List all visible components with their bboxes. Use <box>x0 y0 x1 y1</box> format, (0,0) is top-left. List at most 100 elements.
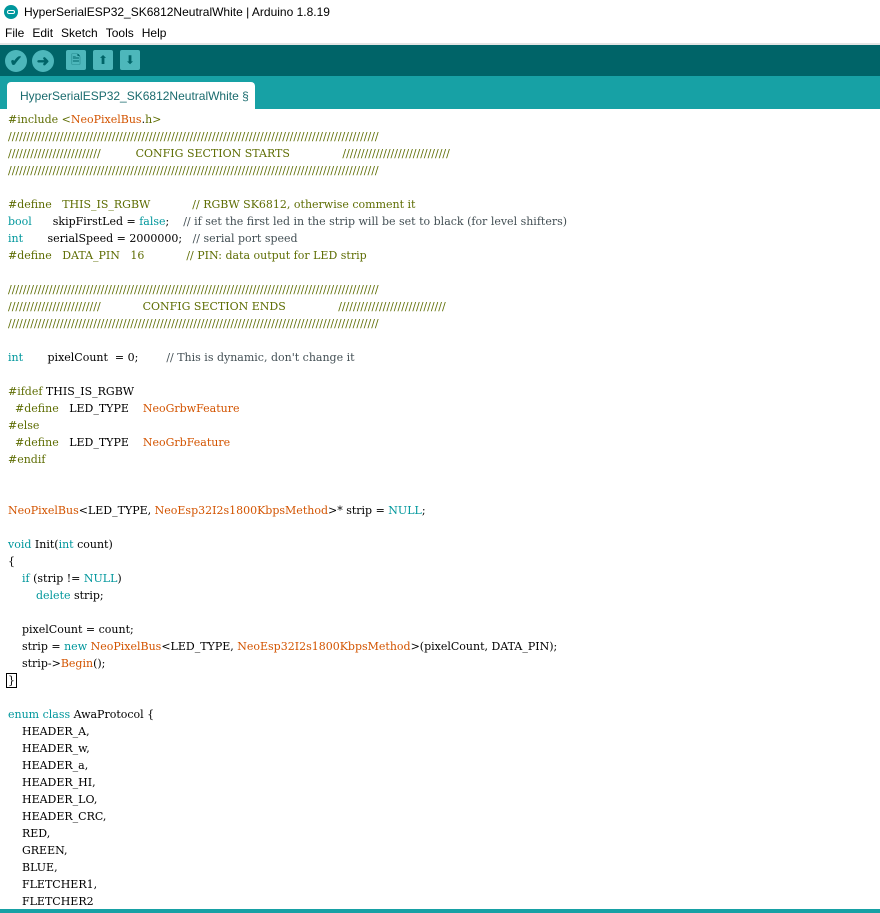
code-token: NULL <box>388 504 422 517</box>
code-token: int <box>8 232 24 245</box>
code-token: false <box>139 215 166 228</box>
code-line: #else <box>8 417 39 434</box>
code-token: HEADER_A, <box>8 725 90 738</box>
code-line: int serialSpeed = 2000000; // serial por… <box>8 230 298 247</box>
code-token: #include < <box>8 113 71 126</box>
arrow-up-icon: ⬆ <box>97 53 109 67</box>
code-line: #ifdef THIS_IS_RGBW <box>8 383 134 400</box>
code-token: delete <box>35 589 71 602</box>
new-button[interactable]: 🗎 <box>66 50 86 70</box>
code-token: NeoGrbwFeature <box>142 402 240 415</box>
code-line: HEADER_LO, <box>8 791 97 808</box>
code-line: #define THIS_IS_RGBW // RGBW SK6812, oth… <box>8 196 415 213</box>
code-line: void Init(int count) <box>8 536 113 553</box>
open-button[interactable]: ⬆ <box>93 50 113 70</box>
code-line: { <box>8 553 15 570</box>
menu-bar: File Edit Sketch Tools Help <box>0 23 880 43</box>
title-bar: HyperSerialESP32_SK6812NeutralWhite | Ar… <box>0 0 880 23</box>
code-line: #endif <box>8 451 45 468</box>
code-line: HEADER_A, <box>8 723 90 740</box>
code-line: HEADER_w, <box>8 740 90 757</box>
code-token: (strip != <box>29 572 84 585</box>
code-line: FLETCHER2 <box>8 893 94 910</box>
code-token: LED_TYPE <box>58 402 143 415</box>
code-token: ) <box>117 572 122 585</box>
code-token: HEADER_a, <box>8 759 89 772</box>
checkmark-icon: ✔ <box>9 52 23 70</box>
save-button[interactable]: ⬇ <box>120 50 140 70</box>
code-token: BLUE, <box>8 861 58 874</box>
code-token: #define DATA_PIN 16 // PIN: data output … <box>8 249 367 262</box>
arrow-down-icon: ⬇ <box>124 53 136 67</box>
code-token: pixelCount = count; <box>8 623 134 636</box>
code-token: class <box>42 708 71 721</box>
code-token: count) <box>73 538 113 551</box>
code-token: strip; <box>70 589 104 602</box>
code-token: FLETCHER1, <box>8 878 98 891</box>
code-line: delete strip; <box>8 587 104 604</box>
code-line: HEADER_CRC, <box>8 808 106 825</box>
code-token: #endif <box>8 453 46 466</box>
menu-help[interactable]: Help <box>138 26 171 40</box>
menu-tools[interactable]: Tools <box>102 26 138 40</box>
code-line: #define LED_TYPE NeoGrbwFeature <box>8 400 240 417</box>
code-token: ; <box>421 504 426 517</box>
code-line: ////////////////////////////////////////… <box>8 315 379 332</box>
code-token: ///////////////////////// CONFIG SECTION… <box>8 147 450 160</box>
code-line: strip = new NeoPixelBus<LED_TYPE, NeoEsp… <box>8 638 557 655</box>
code-token: AwaProtocol { <box>70 708 155 721</box>
window-title: HyperSerialESP32_SK6812NeutralWhite | Ar… <box>24 4 330 19</box>
code-token: } <box>6 673 17 688</box>
code-line: ////////////////////////////////////////… <box>8 281 379 298</box>
tab-sketch[interactable]: HyperSerialESP32_SK6812NeutralWhite § <box>7 82 255 109</box>
code-token: ///////////////////////// CONFIG SECTION… <box>8 300 446 313</box>
tab-bar: HyperSerialESP32_SK6812NeutralWhite § <box>0 76 880 109</box>
code-token: HEADER_w, <box>8 742 90 755</box>
code-line: NeoPixelBus<LED_TYPE, NeoEsp32I2s1800Kbp… <box>8 502 426 519</box>
menu-sketch[interactable]: Sketch <box>57 26 102 40</box>
code-token: NeoGrbFeature <box>142 436 231 449</box>
code-line: #include <NeoPixelBus.h> <box>8 111 161 128</box>
code-token: ////////////////////////////////////////… <box>8 164 379 177</box>
code-line: } <box>6 672 17 689</box>
code-token: NeoEsp32I2s1800KbpsMethod <box>237 640 411 653</box>
code-token: <LED_TYPE, <box>161 640 238 653</box>
code-line: #define LED_TYPE NeoGrbFeature <box>8 434 230 451</box>
code-line: ////////////////////////////////////////… <box>8 162 379 179</box>
code-token: HEADER_CRC, <box>8 810 107 823</box>
code-line: #define DATA_PIN 16 // PIN: data output … <box>8 247 367 264</box>
status-strip <box>0 909 880 913</box>
code-editor[interactable]: #include <NeoPixelBus.h> ////////////////… <box>0 109 880 913</box>
code-token: <LED_TYPE, <box>78 504 155 517</box>
code-token: RED, <box>8 827 51 840</box>
code-token: >* strip = <box>327 504 389 517</box>
code-token: HEADER_HI, <box>8 776 96 789</box>
code-token: >(pixelCount, DATA_PIN); <box>410 640 558 653</box>
code-token: h> <box>145 113 162 126</box>
code-line: RED, <box>8 825 50 842</box>
code-token: skipFirstLed = <box>31 215 140 228</box>
code-line: HEADER_HI, <box>8 774 96 791</box>
upload-button[interactable]: ➜ <box>32 50 54 72</box>
menu-file[interactable]: File <box>1 26 28 40</box>
verify-button[interactable]: ✔ <box>5 50 27 72</box>
code-token: Begin <box>60 657 94 670</box>
code-token: serialSpeed = 2000000; <box>23 232 193 245</box>
code-token: NeoPixelBus <box>8 504 79 517</box>
code-token: strip = <box>8 640 65 653</box>
menu-edit[interactable]: Edit <box>28 26 57 40</box>
arrow-right-icon: ➜ <box>36 52 50 70</box>
code-token: bool <box>8 215 32 228</box>
code-line: HEADER_a, <box>8 757 88 774</box>
code-token: ////////////////////////////////////////… <box>8 283 379 296</box>
code-token: void <box>8 538 32 551</box>
code-token: pixelCount = 0; <box>23 351 167 364</box>
arduino-logo-icon <box>4 4 18 19</box>
code-token: #define <box>15 436 59 449</box>
code-token: // serial port speed <box>192 232 298 245</box>
code-token: #define THIS_IS_RGBW // RGBW SK6812, oth… <box>8 198 416 211</box>
code-token: #define <box>15 402 59 415</box>
code-token: int <box>8 351 24 364</box>
